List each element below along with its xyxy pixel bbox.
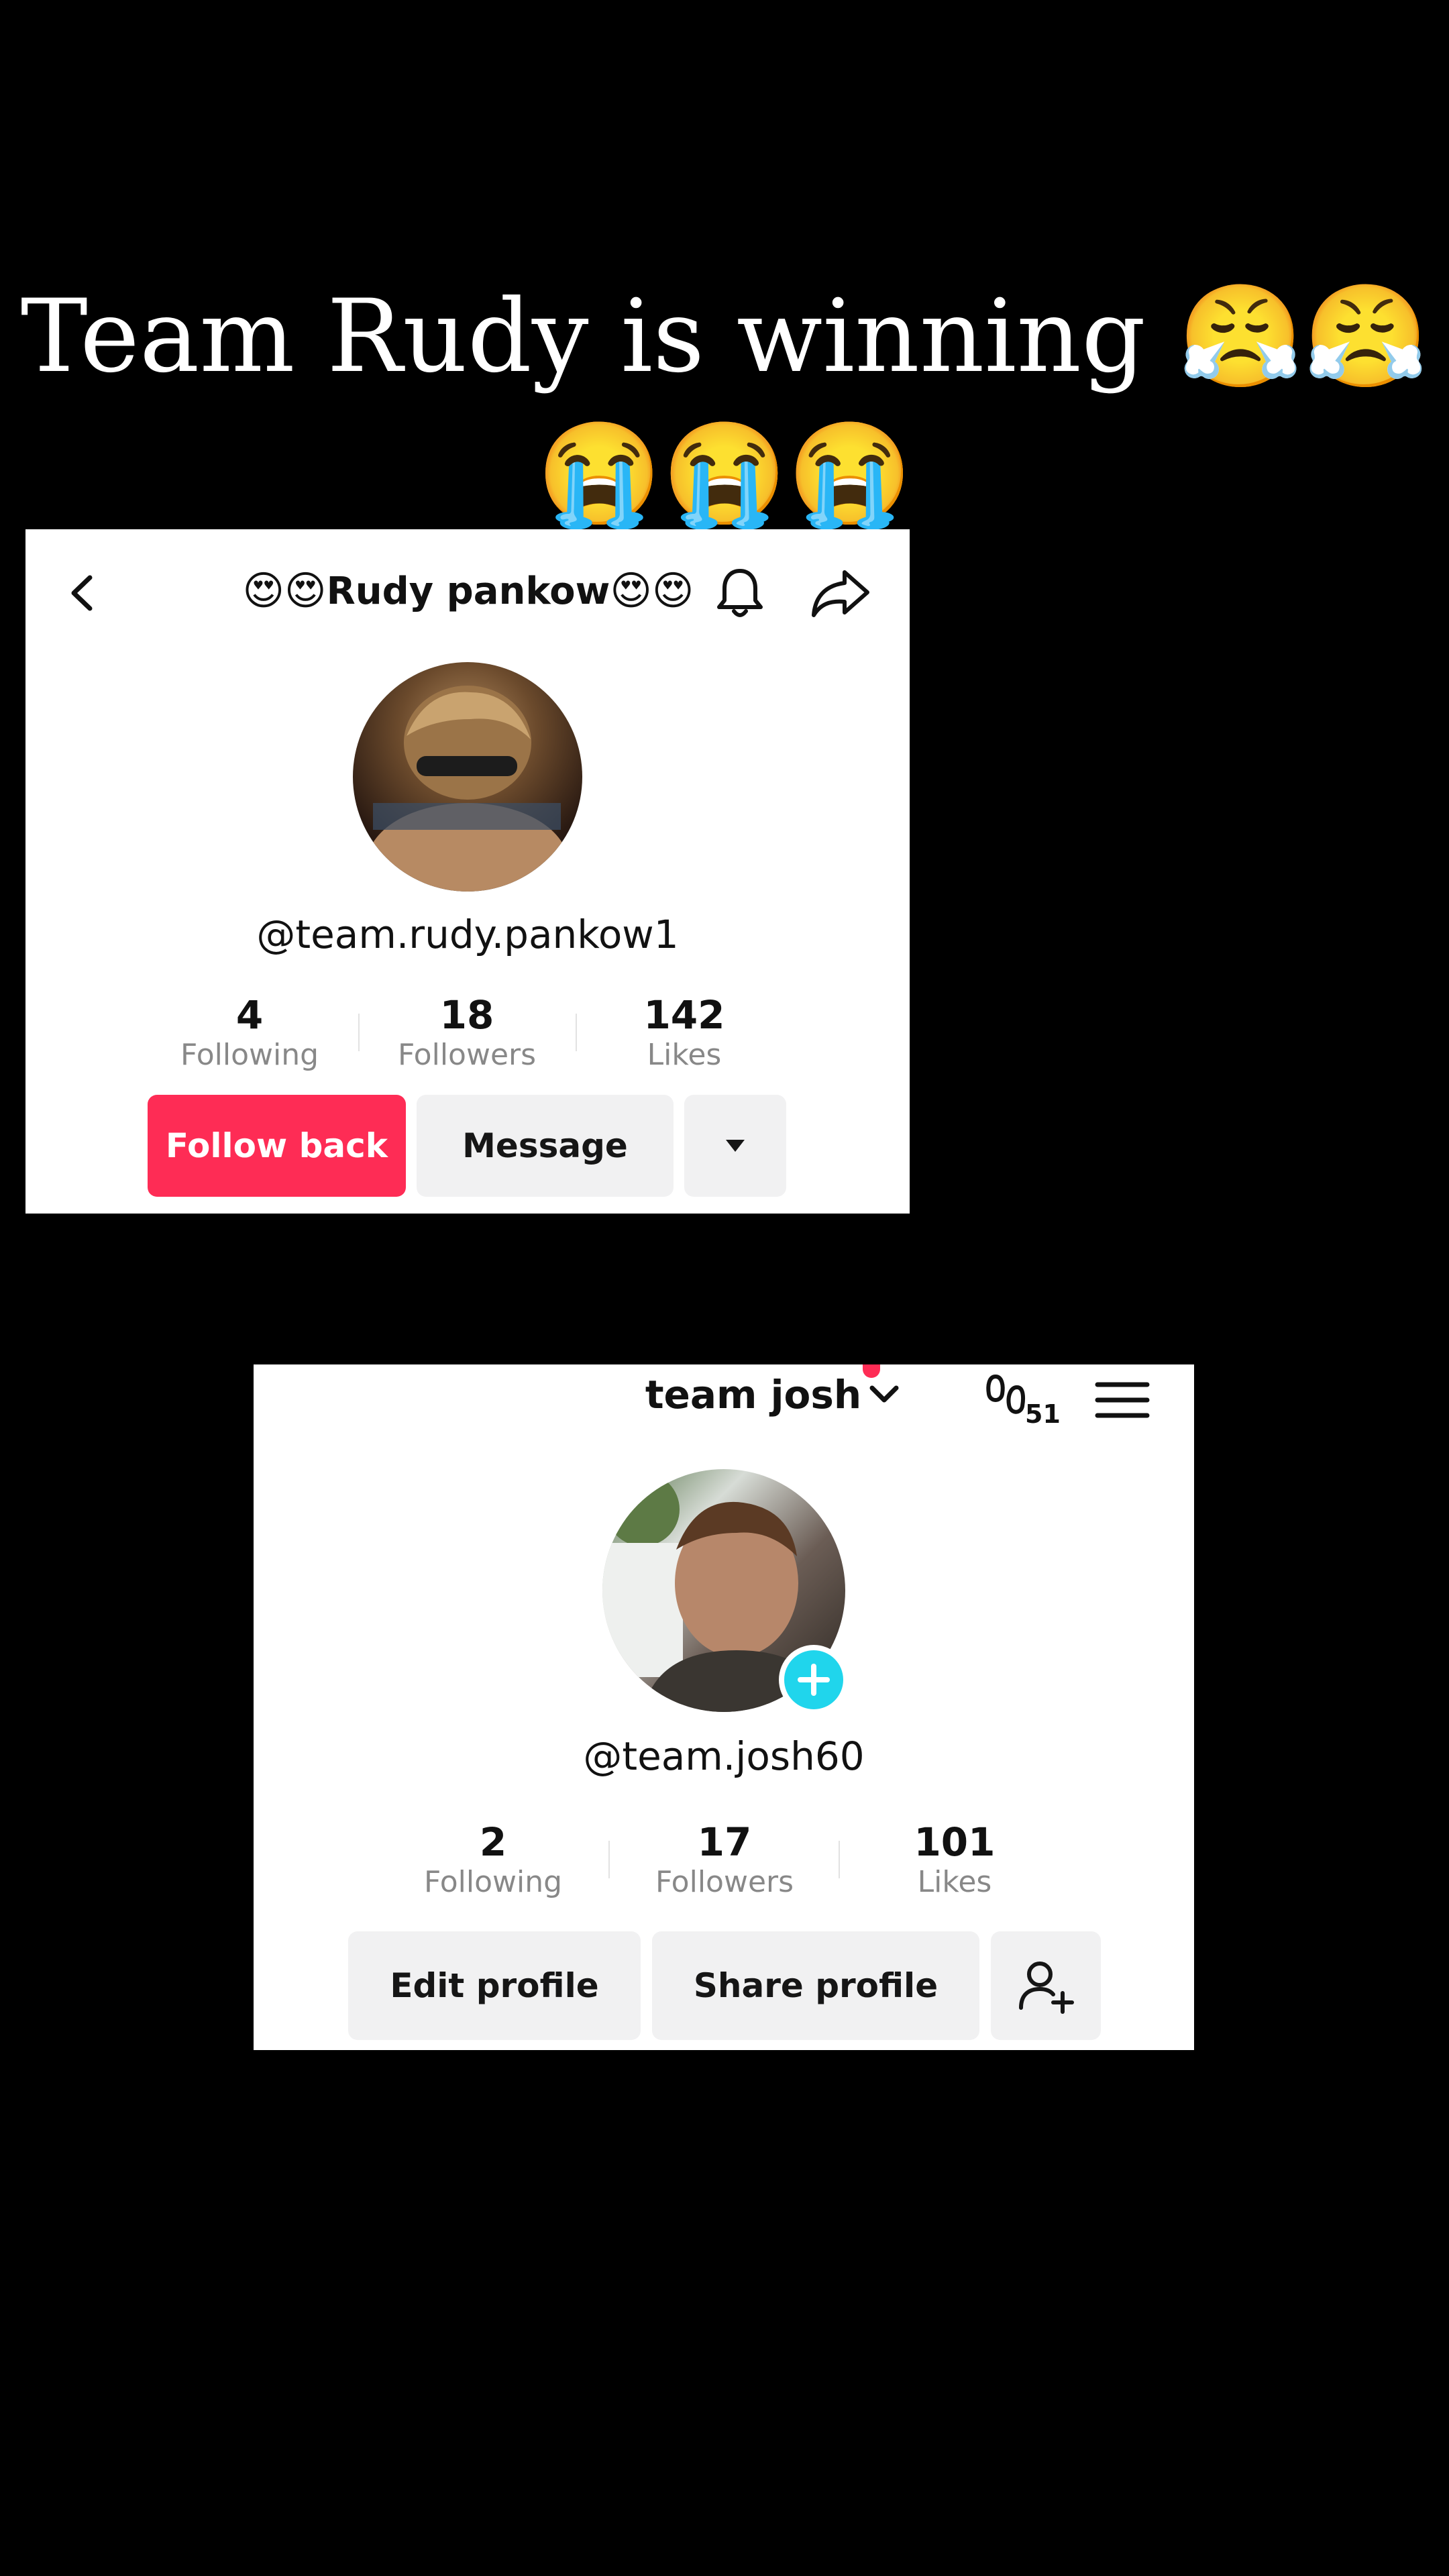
- share-arrow-icon: [812, 570, 869, 617]
- bell-icon: [717, 569, 763, 617]
- follow-back-button[interactable]: Follow back: [148, 1095, 406, 1197]
- avatar-photo: [367, 686, 568, 892]
- stat-divider: [839, 1841, 840, 1878]
- account-switcher[interactable]: team josh: [623, 1364, 924, 1425]
- add-friend-icon: [1019, 1962, 1074, 2014]
- stat-value: 101: [914, 1819, 996, 1865]
- caption-line-1: Team Rudy is winning 😤😤: [20, 278, 1429, 395]
- stat-divider: [576, 1014, 577, 1051]
- title-name: Rudy pankow: [326, 569, 610, 613]
- title-emoji-right: 😍😍: [610, 568, 694, 614]
- stat-value: 142: [643, 992, 725, 1038]
- stat-value: 4: [235, 992, 264, 1038]
- stat-likes[interactable]: 142 Likes: [584, 992, 785, 1072]
- stat-label: Followers: [397, 1038, 537, 1072]
- stat-label: Following: [423, 1865, 563, 1899]
- stat-value: 2: [479, 1819, 507, 1865]
- stat-divider: [608, 1841, 610, 1878]
- add-friend-button[interactable]: [991, 1931, 1101, 2040]
- edit-profile-button[interactable]: Edit profile: [348, 1931, 641, 2040]
- stat-label: Likes: [647, 1038, 722, 1072]
- stat-followers[interactable]: 17 Followers: [624, 1819, 825, 1899]
- stat-value: 18: [439, 992, 494, 1038]
- stat-label: Following: [180, 1038, 319, 1072]
- stat-following[interactable]: 2 Following: [392, 1819, 594, 1899]
- add-photo-badge[interactable]: [779, 1645, 849, 1715]
- menu-button[interactable]: [1092, 1370, 1152, 1430]
- stat-label: Followers: [655, 1865, 794, 1899]
- avatar-rudy[interactable]: [353, 662, 582, 892]
- share-profile-button[interactable]: Share profile: [652, 1931, 979, 2040]
- stat-followers[interactable]: 18 Followers: [366, 992, 568, 1072]
- notification-button[interactable]: [710, 563, 770, 623]
- title-emoji-left: 😍😍: [242, 568, 327, 614]
- menu-icon: [1095, 1382, 1150, 1418]
- more-options-button[interactable]: [684, 1095, 786, 1197]
- share-button[interactable]: [807, 563, 874, 623]
- chevron-down-icon: [869, 1385, 899, 1403]
- plus-icon: [798, 1664, 830, 1696]
- caret-down-icon: [726, 1140, 745, 1152]
- handle-rudy: @team.rudy.pankow1: [256, 912, 679, 957]
- profile-card-rudy: 😍😍 Rudy pankow 😍😍 @team.rudy.pankow1 4 Fol…: [25, 529, 910, 1214]
- back-button[interactable]: [59, 570, 106, 616]
- profile-views-button[interactable]: 51: [985, 1370, 1072, 1430]
- profile-card-josh: team josh 51 @team.josh60 2 Following 17…: [254, 1364, 1194, 2050]
- caption: Team Rudy is winning 😤😤 😭😭😭: [0, 268, 1449, 543]
- back-chevron-icon: [71, 575, 93, 611]
- caption-line-2: 😭😭😭: [536, 416, 913, 533]
- stat-value: 17: [697, 1819, 752, 1865]
- stat-following[interactable]: 4 Following: [149, 992, 350, 1072]
- stat-label: Likes: [917, 1865, 992, 1899]
- account-name: team josh: [645, 1372, 862, 1417]
- stat-divider: [358, 1014, 360, 1051]
- stat-likes[interactable]: 101 Likes: [854, 1819, 1055, 1899]
- profile-title: 😍😍 Rudy pankow 😍😍: [213, 564, 723, 618]
- message-button[interactable]: Message: [417, 1095, 674, 1197]
- handle-josh: @team.josh60: [583, 1733, 865, 1779]
- footprint-count: 51: [1025, 1399, 1061, 1429]
